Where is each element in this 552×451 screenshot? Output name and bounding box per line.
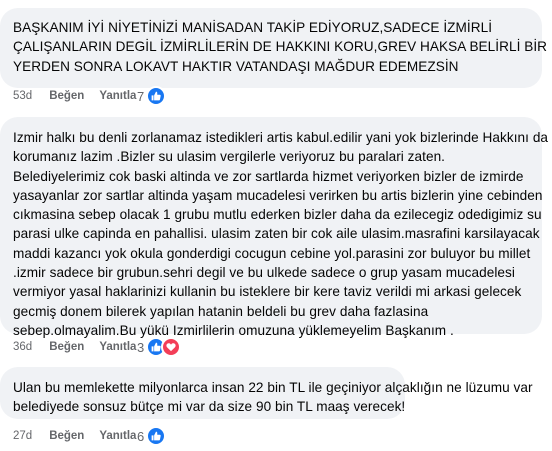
comment-text-line: BAŞKANIM İYİ NİYETİNİZİ MANİSADAN TAKİP … xyxy=(13,20,493,35)
comment-text-line: Ulan bu memlekette milyonlarca insan 22 … xyxy=(13,380,533,395)
comment-text-line: gecmiş donem bilerek yapılan hatanin bel… xyxy=(13,303,429,319)
reaction-summary[interactable]: 6 xyxy=(137,426,167,446)
reply-button[interactable]: Yanıtla xyxy=(99,341,136,353)
reaction-count: 6 xyxy=(137,428,145,444)
comment-text-line: korumanız lazim .Bizler su ulasim vergil… xyxy=(13,149,446,165)
comment-text-line: ÇALIŞANLARIN DEGİL İZMİRLİLERİN DE HAKKI… xyxy=(13,39,548,55)
like-button[interactable]: Beğen xyxy=(49,430,84,442)
thumbs-up-icon xyxy=(146,426,167,446)
comment-bubble: BAŞKANIM İYİ NİYETİNİZİ MANİSADAN TAKİP … xyxy=(0,8,548,88)
like-button[interactable]: Beğen xyxy=(49,341,84,353)
reply-button[interactable]: Yanıtla xyxy=(99,430,136,442)
comment-timestamp[interactable]: 27d xyxy=(13,430,32,442)
comment-bubble: Izmir halkı bu denli zorlanamaz istedikl… xyxy=(0,117,549,338)
heart-icon xyxy=(161,337,182,357)
comment-text-line: cıkmasina sebep olacak 1 grubu mutlu ede… xyxy=(13,207,542,223)
comment-actions: 27d Beğen Yanıtla xyxy=(13,426,136,446)
reaction-summary[interactable]: 7 xyxy=(137,86,167,106)
comment-text-line: maddi kazancı yok okula gonderdigi cocug… xyxy=(13,245,531,261)
reaction-count: 7 xyxy=(137,88,145,104)
thumbs-up-icon xyxy=(146,86,167,106)
comment-text-line: belediyede sonsuz bütçe mi var da size 9… xyxy=(13,399,406,415)
like-button[interactable]: Beğen xyxy=(49,90,84,102)
comment-actions: 36d Beğen Yanıtla xyxy=(13,337,136,357)
reaction-summary[interactable]: 3 xyxy=(137,337,182,357)
comment-text-line: Belediyelerimiz cok baski altinda ve zor… xyxy=(13,168,524,184)
comment-text-line: vermiyor yasal haklarinizi kullanin bu i… xyxy=(13,284,522,300)
comment-text-line: .izmir sadece bir grubun.sehri degil ve … xyxy=(13,265,515,281)
comment-text-line: yasayanlar zor sartlar altinda yaşam muc… xyxy=(13,187,543,203)
comment-timestamp[interactable]: 53d xyxy=(13,90,32,102)
comment-text-line: Izmir halkı bu denli zorlanamaz istedikl… xyxy=(13,130,549,145)
comment-feed: BAŞKANIM İYİ NİYETİNİZİ MANİSADAN TAKİP … xyxy=(0,0,552,451)
comment-text-line: parasi ulke capinda en pahallisi. ulasim… xyxy=(13,226,540,242)
comment-bubble: Ulan bu memlekette milyonlarca insan 22 … xyxy=(0,367,533,419)
comment-actions: 53d Beğen Yanıtla xyxy=(13,86,136,106)
comment-timestamp[interactable]: 36d xyxy=(13,341,32,353)
reply-button[interactable]: Yanıtla xyxy=(99,90,136,102)
reaction-count: 3 xyxy=(137,339,145,355)
comment-text-line: YERDEN SONRA LOKAVT HAKTIR VATANDAŞI MAĞ… xyxy=(13,58,459,74)
